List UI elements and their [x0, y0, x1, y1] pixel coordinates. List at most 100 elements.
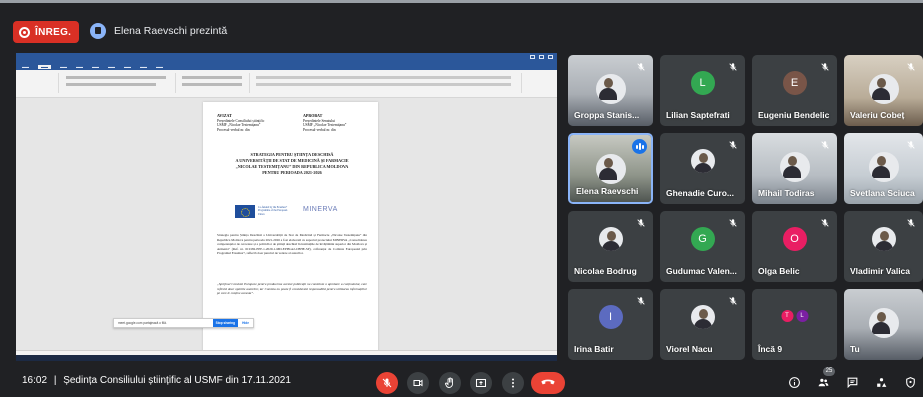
mic-off-icon: [637, 63, 645, 71]
participant-avatar: L: [690, 71, 715, 95]
participant-avatar: G: [690, 227, 715, 251]
activities-icon: [876, 377, 886, 387]
muted-indicator: [726, 138, 740, 152]
eu-logo-text: Co-funded by the Erasmus+ Programme of t…: [258, 206, 288, 216]
participant-avatar-photo: [690, 149, 715, 173]
participant-tile[interactable]: T L Încă 9: [752, 289, 837, 360]
participant-avatar: I: [598, 305, 623, 329]
mic-off-icon: [382, 378, 392, 388]
mini-avatar: L: [796, 310, 808, 322]
record-icon: [19, 26, 30, 38]
participant-tile[interactable]: I Irina Batir: [568, 289, 653, 360]
present-icon: [476, 379, 486, 387]
muted-indicator: [726, 216, 740, 230]
clock: 16:02: [22, 375, 48, 386]
muted-indicator: [634, 216, 648, 230]
muted-indicator: [904, 138, 918, 152]
meeting-info: 16:02 | Ședința Consiliului științific a…: [22, 375, 291, 386]
mic-off-icon: [637, 297, 645, 305]
activities-button[interactable]: [873, 374, 889, 390]
participant-name: Svetlana Sciuca: [850, 188, 915, 198]
participant-figure: [779, 152, 810, 182]
camera-toggle-button[interactable]: [407, 372, 429, 394]
speaking-indicator-icon: [632, 139, 647, 154]
participant-figure: [868, 152, 899, 182]
mic-off-icon: [729, 297, 737, 305]
muted-indicator: [726, 294, 740, 308]
participant-tile[interactable]: Elena Raevschi: [568, 133, 653, 204]
participant-tile[interactable]: O Olga Belic: [752, 211, 837, 282]
close-icon: [548, 55, 553, 59]
participant-name: Mihail Todiras: [758, 188, 815, 198]
participant-name: Gudumac Valen...: [666, 266, 737, 276]
participant-name: Încă 9: [758, 344, 783, 354]
participant-tile[interactable]: Mihail Todiras: [752, 133, 837, 204]
people-button[interactable]: [815, 374, 831, 390]
participant-figure: [868, 74, 899, 104]
participant-tile[interactable]: Groppa Stanis...: [568, 55, 653, 126]
participant-tile[interactable]: Ghenadie Curo...: [660, 133, 745, 204]
participant-name: Ghenadie Curo...: [666, 188, 735, 198]
screen-share-bar: meet.google.com partajează o filă. Stop …: [113, 318, 254, 328]
word-ribbon: [16, 70, 557, 98]
mic-off-icon: [907, 219, 915, 227]
info-icon: [788, 376, 800, 388]
participant-name: Vladimir Valica: [850, 266, 911, 276]
mic-off-icon: [729, 219, 737, 227]
participant-avatar: O: [782, 227, 807, 251]
minerva-logo: MINERVA: [303, 206, 338, 213]
hand-icon: [445, 377, 453, 388]
leave-call-button[interactable]: [531, 372, 565, 394]
muted-indicator: [904, 60, 918, 74]
participant-tile[interactable]: Vladimir Valica: [844, 211, 923, 282]
chat-button[interactable]: [844, 374, 860, 390]
participant-figure: [868, 308, 899, 338]
present-button[interactable]: [470, 372, 492, 394]
participant-name: Olga Belic: [758, 266, 800, 276]
separator: |: [53, 375, 57, 386]
participant-count-badge: 25: [823, 367, 835, 376]
participant-name: Tu: [850, 344, 860, 354]
logos: Co-funded by the Erasmus+ Programme of t…: [235, 205, 355, 219]
participant-tile[interactable]: E Eugeniu Bendelic: [752, 55, 837, 126]
host-controls-button[interactable]: [902, 374, 918, 390]
meeting-details-button[interactable]: [786, 374, 802, 390]
participant-tile[interactable]: Nicolae Bodrug: [568, 211, 653, 282]
raise-hand-button[interactable]: [439, 372, 461, 394]
participant-tile[interactable]: Tu: [844, 289, 923, 360]
bottom-bar: 16:02 | Ședința Consiliului științific a…: [0, 365, 923, 397]
mic-toggle-button[interactable]: [376, 372, 398, 394]
participant-name: Eugeniu Bendelic: [758, 110, 830, 120]
participant-figure: [595, 154, 626, 184]
participant-avatar-photo: [690, 305, 715, 329]
stop-sharing-button[interactable]: Stop sharing: [212, 319, 239, 327]
participant-tile[interactable]: Svetlana Sciuca: [844, 133, 923, 204]
participant-avatar-photo: [598, 227, 623, 251]
presenter-text: Elena Raevschi prezintă: [114, 25, 228, 37]
participant-tile[interactable]: Valeriu Cobeț: [844, 55, 923, 126]
recording-label: ÎNREG.: [35, 26, 72, 38]
participant-tile[interactable]: Viorel Nacu: [660, 289, 745, 360]
participant-tile[interactable]: G Gudumac Valen...: [660, 211, 745, 282]
mic-off-icon: [637, 219, 645, 227]
muted-indicator: [726, 60, 740, 74]
participant-avatar: E: [782, 71, 807, 95]
muted-indicator: [818, 216, 832, 230]
mic-off-icon: [729, 63, 737, 71]
participant-name: Irina Batir: [574, 344, 614, 354]
hide-share-bar-button[interactable]: Hide: [238, 321, 253, 325]
document-paragraph: Strategia pentru Știința Deschisă a Univ…: [217, 233, 367, 256]
lock-person-icon: [905, 376, 915, 388]
more-participants-avatars: TL: [781, 310, 808, 322]
more-vert-icon: [512, 378, 514, 388]
share-message: meet.google.com partajează o filă.: [118, 321, 167, 325]
more-options-button[interactable]: [502, 372, 524, 394]
chat-icon: [847, 377, 857, 388]
mic-off-icon: [821, 219, 829, 227]
participant-name: Viorel Nacu: [666, 344, 713, 354]
maximize-icon: [539, 55, 544, 59]
camera-icon: [413, 379, 423, 387]
participant-tile[interactable]: L Lilian Saptefrati: [660, 55, 745, 126]
participant-figure: [595, 74, 626, 104]
end-call-icon: [541, 379, 555, 385]
